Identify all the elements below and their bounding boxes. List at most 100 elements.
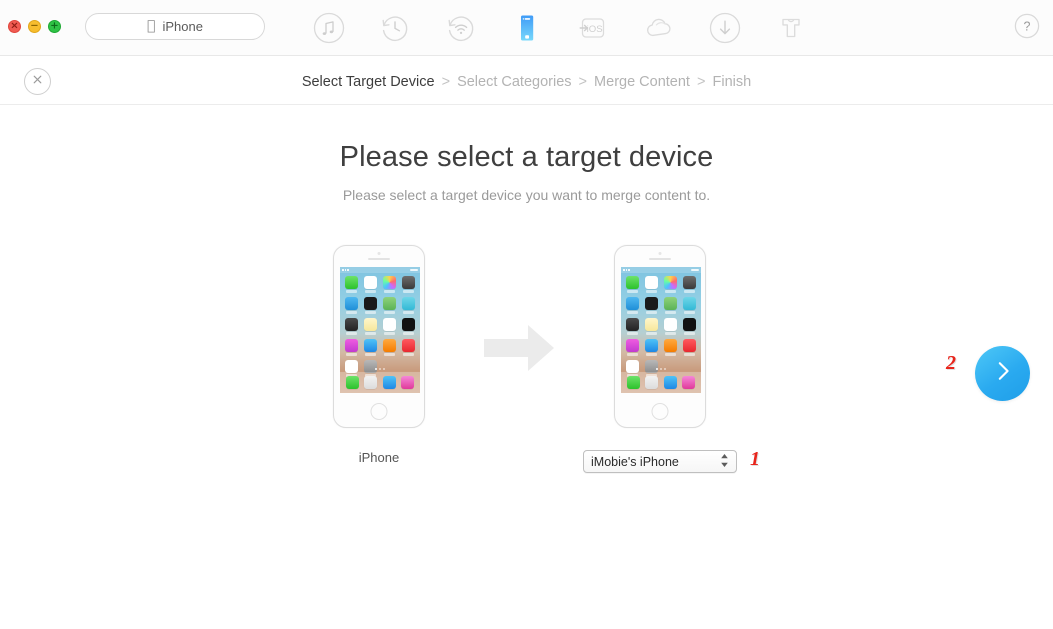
up-down-stepper-icon [719,452,730,471]
arrow-right-icon [484,323,556,373]
help-circle-icon: ? [1014,13,1040,44]
app-icon-itunes-store [626,339,640,352]
svg-text:?: ? [1024,19,1031,33]
app-icon-calendar [645,276,659,289]
minimize-window-glyph: − [30,20,39,31]
download-circle-icon [709,12,741,44]
app-icon-camera [682,276,696,289]
page-subtitle: Please select a target device you want t… [342,187,711,203]
home-screen-page-dots [621,368,701,370]
ios-dock [340,372,420,393]
iphone-illustration [614,245,706,428]
target-device-select[interactable]: iMobie's iPhone [583,450,737,473]
help-button[interactable]: ? [1013,13,1041,44]
title-bar: × − +  iPhone [0,0,1053,56]
breadcrumb-step-select-target-device[interactable]: Select Target Device [302,74,435,90]
app-icon-videos [401,297,415,310]
toolbar-item-backup-restore[interactable] [362,0,428,56]
toolbar-item-device-manager[interactable] [494,0,560,56]
toolbar-item-music[interactable] [296,0,362,56]
app-icon-stocks [682,318,696,331]
breadcrumb-separator: > [441,74,451,90]
app-icon-news [682,339,696,352]
dock-icon-phone [345,376,359,389]
cloud-icon [643,12,675,44]
front-camera-icon [658,252,662,255]
dock-icon-safari [645,376,659,389]
main-content: Please select a target device Please sel… [0,105,1053,629]
app-icon-stocks [401,318,415,331]
close-window-button[interactable]: × [8,20,21,33]
toolbar-item-downloader[interactable] [692,0,758,56]
app-icon-weather [345,297,359,310]
app-icon-ibooks [382,339,396,352]
dock-icon-music [401,376,415,389]
dock-icon-mail [382,376,396,389]
app-icon-wallet [626,318,640,331]
app-icon-ibooks [663,339,677,352]
app-icon-app-store [364,339,378,352]
app-icon-maps [663,297,677,310]
ios-status-bar [621,267,701,273]
connected-device-label: iPhone [158,19,202,34]
ios-dock [621,372,701,393]
source-device: iPhone [333,245,425,465]
app-icon-messages [345,276,359,289]
breadcrumb-step-select-categories: Select Categories [457,74,572,90]
maximize-window-glyph: + [50,20,59,31]
device-selection-stage: iPhone iMobie's iPhone 1 2 [0,245,1053,505]
app-icon-maps [382,297,396,310]
svg-text:iOS: iOS [587,24,603,35]
iphone-home-screen [340,267,420,393]
app-icon-clock [645,297,659,310]
iphone-home-screen [621,267,701,393]
next-button[interactable] [975,346,1030,401]
earpiece-speaker [368,258,390,260]
home-screen-page-dots [340,368,420,370]
app-icon-notes [364,318,378,331]
app-icon-app-store [645,339,659,352]
home-button [370,403,388,420]
app-icon-weather [626,297,640,310]
main-toolbar: iOS [296,0,824,56]
wifi-rewind-circle-icon [445,12,477,44]
music-note-circle-icon [313,12,345,44]
breadcrumb-step-merge-content: Merge Content [594,74,690,90]
front-camera-icon [377,252,381,255]
ios-app-grid [621,273,701,379]
app-icon-clock [364,297,378,310]
shirt-icon [775,12,807,44]
to-ios-icon: iOS [577,12,609,44]
minimize-window-button[interactable]: − [28,20,41,33]
app-icon-photos [663,276,677,289]
breadcrumb-separator: > [578,74,588,90]
dock-icon-phone [626,376,640,389]
app-icon-calendar [364,276,378,289]
toolbar-item-cleaner[interactable] [758,0,824,56]
app-icon-notes [645,318,659,331]
phone-icon [511,12,543,44]
maximize-window-button[interactable]: + [48,20,61,33]
wizard-close-button[interactable] [24,68,51,95]
source-device-label: iPhone [358,450,400,465]
connected-device-selector[interactable]:  iPhone [85,13,265,40]
app-icon-news [401,339,415,352]
toolbar-item-airdrop[interactable] [428,0,494,56]
dock-icon-mail [663,376,677,389]
iphone-illustration [333,245,425,428]
ios-status-bar [340,267,420,273]
close-window-glyph: × [10,20,19,31]
app-icon-reminders [663,318,677,331]
toolbar-item-icloud[interactable] [626,0,692,56]
app-icon-reminders [382,318,396,331]
target-device-select-value: iMobie's iPhone [591,454,679,469]
apple-logo-icon:  [147,19,155,33]
app-icon-videos [682,297,696,310]
app-icon-messages [626,276,640,289]
earpiece-speaker [649,258,671,260]
annotation-marker-1: 1 [750,448,760,470]
home-button [651,403,669,420]
dock-icon-music [682,376,696,389]
ios-app-grid [340,273,420,379]
toolbar-item-to-ios[interactable]: iOS [560,0,626,56]
